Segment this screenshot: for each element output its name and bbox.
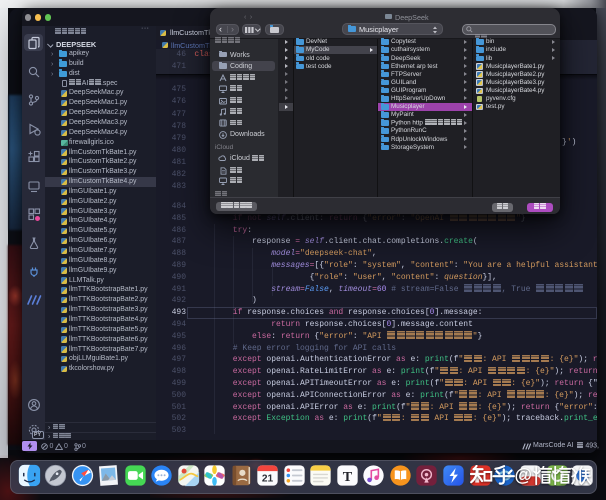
- svg-text:T: T: [342, 468, 352, 484]
- svg-text:21: 21: [262, 473, 274, 484]
